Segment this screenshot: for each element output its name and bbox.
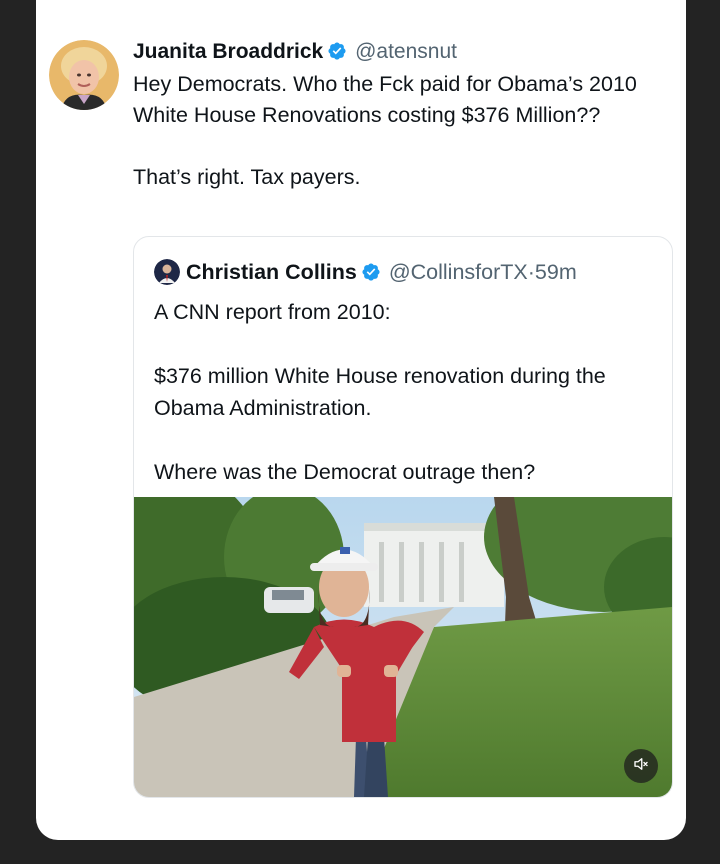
quoted-tweet-header: Christian Collins @CollinsforTX·59m (154, 257, 577, 287)
quoted-author-name[interactable]: Christian Collins (186, 260, 357, 284)
volume-muted-icon (632, 755, 650, 778)
quoted-tweet[interactable]: Christian Collins @CollinsforTX·59m A CN… (133, 236, 673, 798)
author-name[interactable]: Juanita Broaddrick (133, 40, 323, 63)
verified-badge-icon (361, 260, 381, 290)
tweet-header: Juanita Broaddrick @atensnut (133, 38, 673, 69)
tweet-paragraph: That’s right. Tax payers. (133, 165, 361, 189)
quoted-tweet-text: A CNN report from 2010: $376 million Whi… (154, 296, 654, 488)
author-handle[interactable]: @atensnut (355, 40, 457, 63)
quoted-paragraph: $376 million White House renovation duri… (154, 364, 606, 420)
quoted-author-handle[interactable]: @CollinsforTX (389, 260, 528, 284)
quoted-paragraph: A CNN report from 2010: (154, 300, 391, 324)
tweet-paragraph: Hey Democrats. Who the Fck paid for Obam… (133, 72, 637, 127)
mute-toggle[interactable] (624, 749, 658, 783)
quoted-paragraph: Where was the Democrat outrage then? (154, 460, 536, 484)
separator-dot: · (527, 260, 535, 284)
author-avatar[interactable] (49, 40, 119, 110)
video-player[interactable] (134, 497, 672, 797)
quoted-author-avatar[interactable] (154, 259, 180, 285)
video-frame (134, 497, 672, 797)
verified-badge-icon (327, 41, 347, 69)
tweet-text: Hey Democrats. Who the Fck paid for Obam… (133, 69, 673, 193)
timestamp[interactable]: 59m (535, 260, 577, 284)
